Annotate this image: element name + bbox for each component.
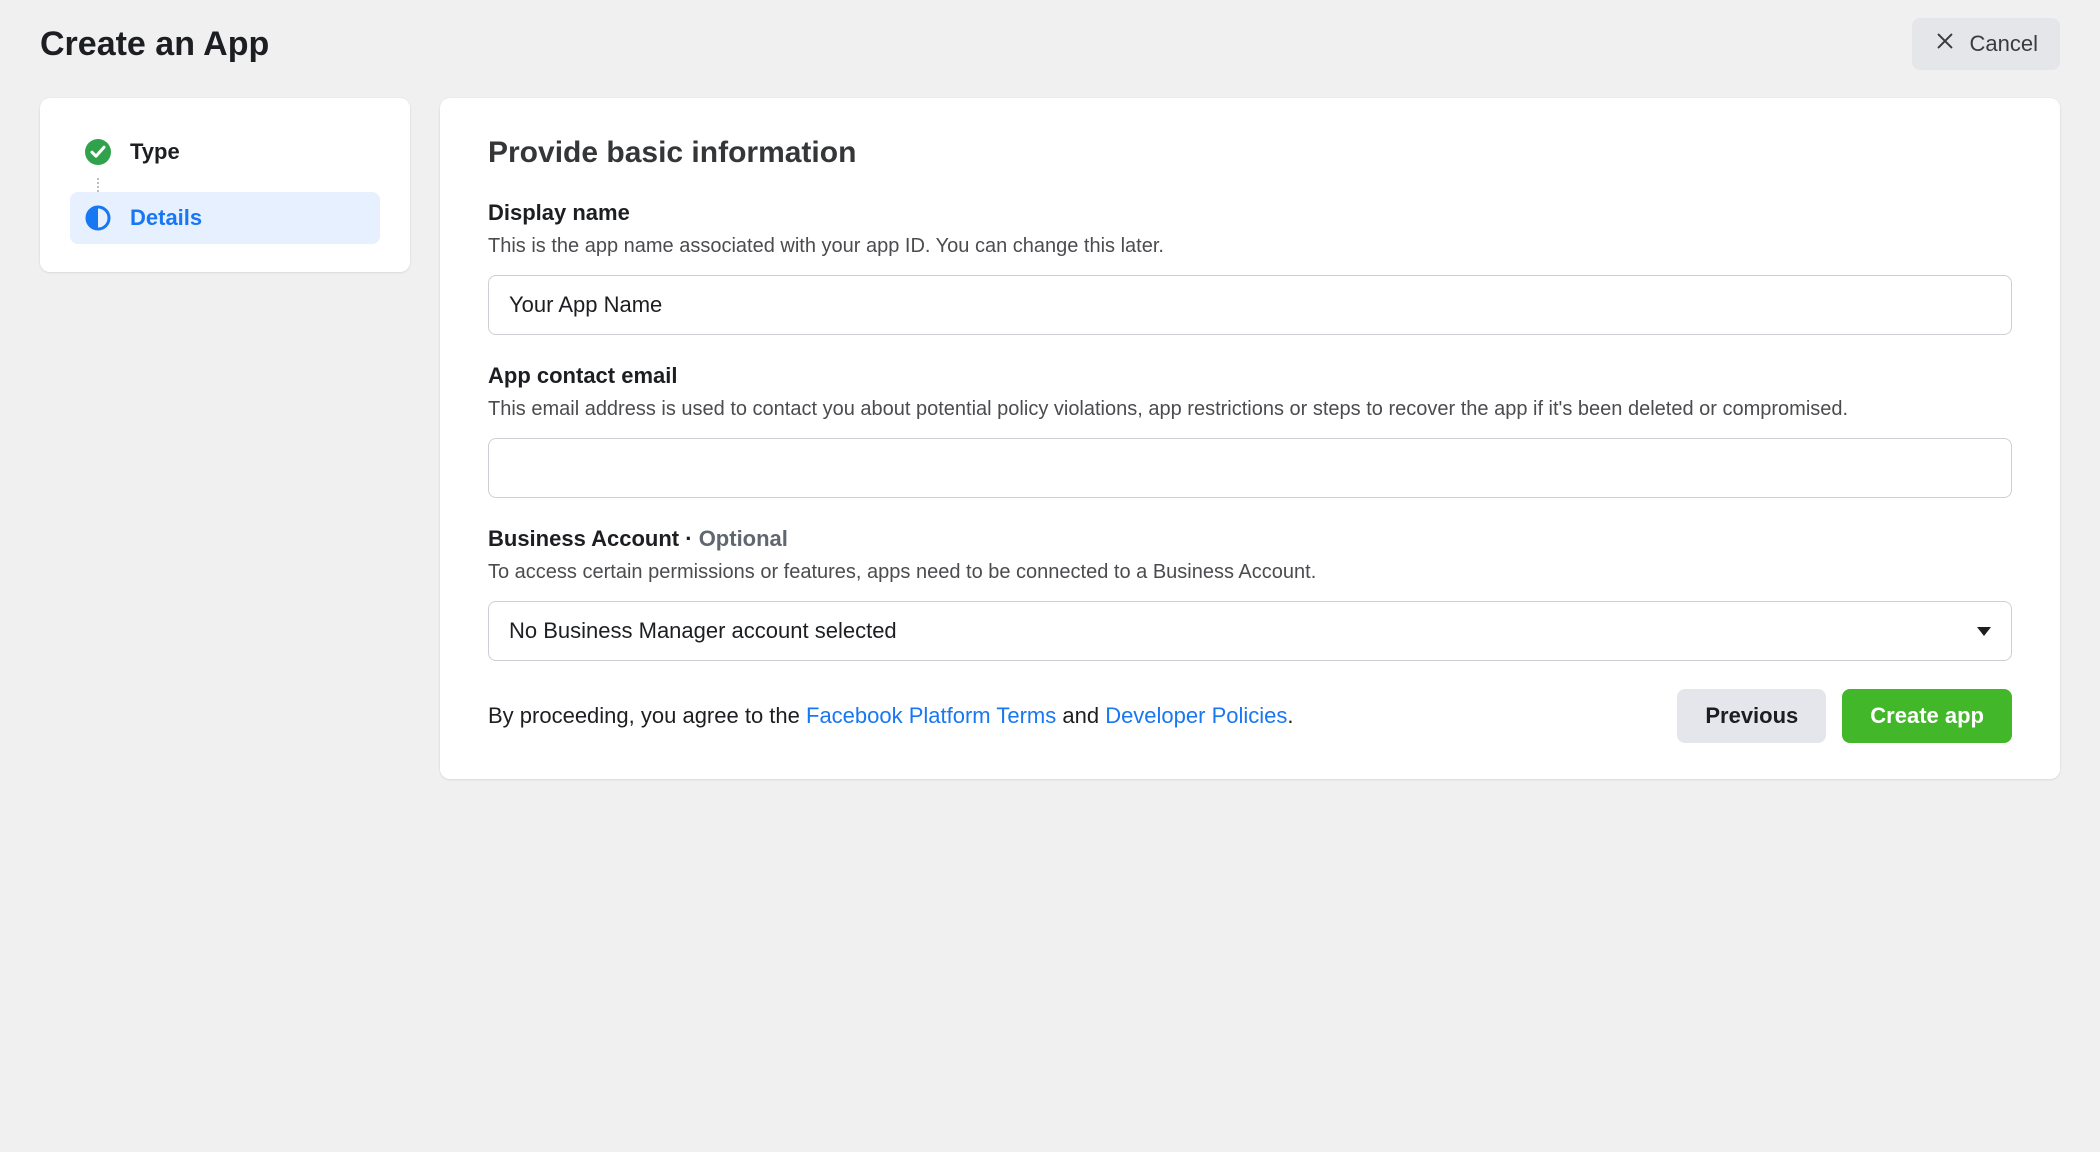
field-display-name: Display name This is the app name associ… bbox=[488, 200, 2012, 335]
section-heading: Provide basic information bbox=[488, 136, 2012, 170]
field-contact-email: App contact email This email address is … bbox=[488, 363, 2012, 498]
step-label: Details bbox=[130, 205, 202, 231]
create-app-button[interactable]: Create app bbox=[1842, 689, 2012, 743]
step-details[interactable]: Details bbox=[70, 192, 380, 244]
contact-email-label: App contact email bbox=[488, 363, 2012, 389]
optional-tag: Optional bbox=[699, 526, 788, 551]
developer-policies-link[interactable]: Developer Policies bbox=[1105, 703, 1287, 728]
display-name-label: Display name bbox=[488, 200, 2012, 226]
platform-terms-link[interactable]: Facebook Platform Terms bbox=[806, 703, 1056, 728]
cancel-button-label: Cancel bbox=[1970, 31, 2038, 57]
step-type[interactable]: Type bbox=[70, 126, 380, 178]
close-icon bbox=[1934, 30, 1956, 58]
business-account-label: Business Account · Optional bbox=[488, 526, 2012, 552]
half-circle-icon bbox=[84, 204, 112, 232]
step-connector bbox=[97, 178, 380, 192]
previous-button[interactable]: Previous bbox=[1677, 689, 1826, 743]
step-label: Type bbox=[130, 139, 180, 165]
contact-email-input[interactable] bbox=[488, 438, 2012, 498]
contact-email-description: This email address is used to contact yo… bbox=[488, 395, 2012, 424]
main-panel: Provide basic information Display name T… bbox=[440, 98, 2060, 779]
business-account-selected-value: No Business Manager account selected bbox=[509, 618, 897, 644]
display-name-description: This is the app name associated with you… bbox=[488, 232, 2012, 261]
business-account-select[interactable]: No Business Manager account selected bbox=[488, 601, 2012, 661]
chevron-down-icon bbox=[1977, 627, 1991, 636]
field-business-account: Business Account · Optional To access ce… bbox=[488, 526, 2012, 661]
terms-text: By proceeding, you agree to the Facebook… bbox=[488, 703, 1294, 729]
check-circle-icon bbox=[84, 138, 112, 166]
display-name-input[interactable] bbox=[488, 275, 2012, 335]
business-account-description: To access certain permissions or feature… bbox=[488, 558, 2012, 587]
cancel-button[interactable]: Cancel bbox=[1912, 18, 2060, 70]
page-title: Create an App bbox=[40, 25, 269, 64]
steps-sidebar: Type Details bbox=[40, 98, 410, 272]
